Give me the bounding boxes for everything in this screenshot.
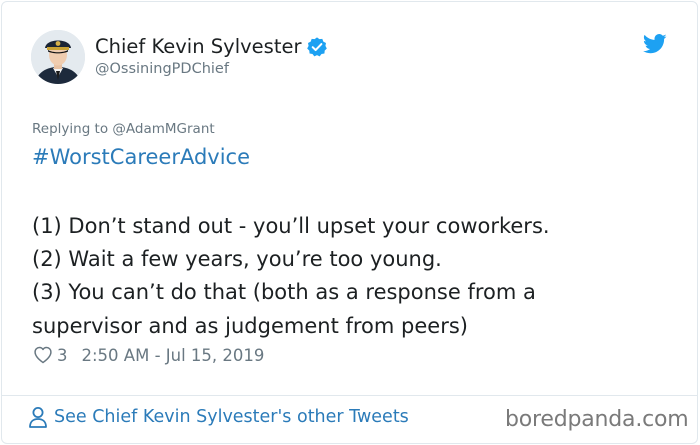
tweet-meta: 3 2:50 AM - Jul 15, 2019 [33, 345, 264, 365]
tweet-line: (2) Wait a few years, you’re too young. [32, 247, 442, 272]
see-other-tweets-link[interactable]: See Chief Kevin Sylvester's other Tweets [28, 406, 409, 428]
tweet-line: (3) You can’t do that (both as a respons… [32, 280, 536, 305]
tweet-line: supervisor and as judgement from peers) [32, 313, 468, 338]
tweet-body: (1) Don’t stand out - you’ll upset your … [32, 210, 672, 343]
person-icon [29, 407, 47, 428]
boredpanda-watermark: boredpanda.com [505, 407, 689, 432]
hashtag-link[interactable]: #WorstCareerAdvice [32, 145, 250, 169]
tweet-line: (1) Don’t stand out - you’ll upset your … [32, 214, 550, 238]
replying-to-text[interactable]: Replying to @AdamMGrant [32, 121, 215, 137]
verified-badge-icon [307, 36, 328, 56]
author-name-row[interactable]: Chief Kevin Sylvester [95, 35, 328, 58]
author-display-name[interactable]: Chief Kevin Sylvester [95, 35, 301, 58]
police-chief-avatar-icon [31, 30, 85, 84]
see-other-tweets-label[interactable]: See Chief Kevin Sylvester's other Tweets [54, 407, 409, 427]
tweet-timestamp[interactable]: 2:50 AM - Jul 15, 2019 [82, 346, 265, 365]
author-handle[interactable]: @OssiningPDChief [95, 61, 229, 77]
like-count[interactable]: 3 [57, 346, 68, 365]
avatar[interactable] [31, 30, 85, 84]
footer-divider [1, 395, 698, 396]
tweet-header: Chief Kevin Sylvester @OssiningPDChief [31, 30, 671, 90]
twitter-bird-icon[interactable] [643, 34, 667, 54]
heart-icon[interactable] [33, 345, 53, 365]
